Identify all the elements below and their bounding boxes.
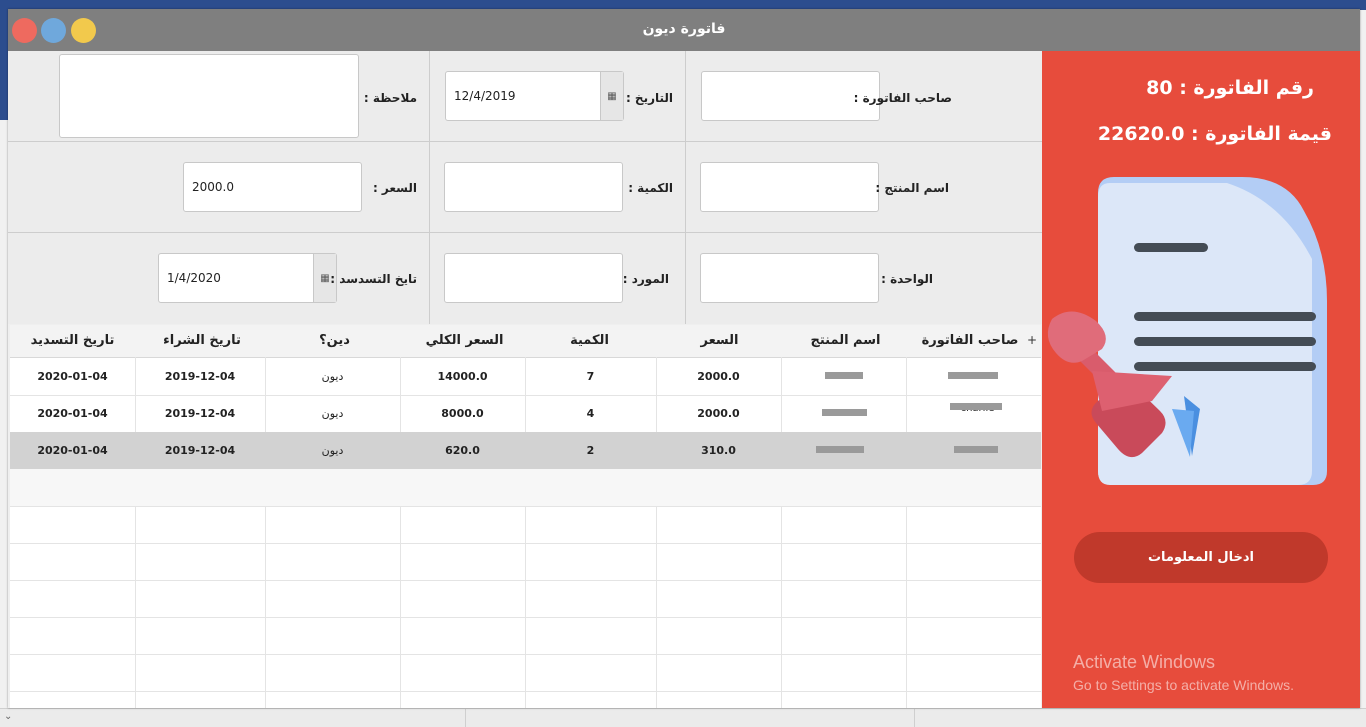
quantity-label: الكمية :: [628, 181, 673, 195]
cell-due-date: 2020-01-04: [37, 407, 108, 420]
activation-watermark-subtitle: Go to Settings to activate Windows.: [1073, 677, 1294, 693]
column-header-due-date[interactable]: تاريخ التسديد: [10, 333, 135, 348]
taskbar-divider: [465, 709, 466, 727]
date-value: 12/4/2019: [454, 89, 516, 103]
empty-row: [10, 543, 1041, 581]
cell-debt: ديون: [321, 444, 344, 457]
grid-divider: [685, 51, 686, 324]
supplier-label: المورد :: [622, 272, 669, 286]
due-date-label: تايخ التسدسد :: [330, 272, 417, 286]
title-bar[interactable]: فاتورة ديون: [8, 9, 1360, 51]
add-column-icon[interactable]: +: [1027, 333, 1037, 347]
cell-purchase-date: 2019-12-04: [164, 444, 236, 457]
note-textarea[interactable]: [59, 54, 359, 138]
grid-divider: [8, 141, 1042, 142]
invoice-number: رقم الفاتورة : 80: [1146, 77, 1314, 99]
due-date-value: 1/4/2020: [167, 271, 221, 285]
summary-panel: رقم الفاتورة : 80 قيمة الفاتورة : 22620.…: [1042, 51, 1360, 708]
column-header-purchase-date[interactable]: تاريخ الشراء: [137, 333, 267, 348]
invoice-document-icon: [1047, 177, 1327, 485]
cell-purchase-date: 2019-12-04: [164, 407, 236, 420]
cell-due-date: 2020-01-04: [37, 444, 108, 457]
cell-total: 8000.0: [441, 407, 484, 420]
price-input[interactable]: 2000.0: [183, 162, 362, 212]
invoice-total: قيمة الفاتورة : 22620.0: [1097, 123, 1332, 145]
empty-row: [10, 506, 1041, 544]
product-name-input[interactable]: [700, 162, 879, 212]
column-header-debt[interactable]: دين؟: [267, 333, 402, 348]
note-label: ملاحظة :: [363, 91, 417, 105]
grid-divider: [429, 51, 430, 324]
column-header-owner[interactable]: صاحب الفاتورة: [913, 333, 1027, 348]
owner-label: صاحب الفاتورة :: [853, 91, 952, 105]
table-row[interactable]: charlie 2000.0 4 8000.0 ديون 2019-12-04 …: [10, 395, 1041, 433]
redacted-owner: [954, 446, 998, 453]
cell-quantity: 7: [586, 370, 595, 383]
desktop-background-left: [0, 10, 8, 120]
supplier-input[interactable]: [444, 253, 623, 303]
cell-due-date: 2020-01-04: [37, 370, 108, 383]
redacted-owner: [950, 403, 1002, 410]
cell-purchase-date: 2019-12-04: [164, 370, 236, 383]
cell-price: 2000.0: [697, 407, 740, 420]
window-title: فاتورة ديون: [642, 21, 726, 37]
product-name-label: اسم المنتج :: [875, 181, 949, 195]
taskbar-strip: ⌄: [0, 708, 1366, 727]
grid-divider: [8, 232, 1042, 233]
date-label: التاريخ :: [625, 91, 673, 105]
empty-row: [10, 580, 1041, 618]
column-header-total[interactable]: السعر الكلي: [402, 333, 527, 348]
calendar-icon[interactable]: ▦: [600, 72, 623, 120]
due-date-picker[interactable]: 1/4/2020 ▦: [158, 253, 337, 303]
table-header: صاحب الفاتورة اسم المنتج السعر الكمية ال…: [10, 325, 1041, 358]
redacted-product: [816, 446, 864, 453]
cell-debt: ديون: [321, 407, 344, 420]
unit-label: الواحدة :: [881, 272, 933, 286]
submit-button[interactable]: ادخال المعلومات: [1074, 532, 1328, 583]
cell-total: 620.0: [445, 444, 480, 457]
activation-watermark-title: Activate Windows: [1073, 652, 1216, 672]
table-row[interactable]: 2000.0 7 14000.0 ديون 2019-12-04 2020-01…: [10, 358, 1041, 396]
invoice-window: فاتورة ديون ملاحظة : 12/4/2019 ▦ التاريخ…: [8, 9, 1360, 708]
redacted-product: [822, 409, 867, 416]
cell-total: 14000.0: [437, 370, 488, 383]
redacted-owner: [948, 372, 998, 379]
taskbar-divider: [914, 709, 915, 727]
empty-row: [10, 469, 1041, 507]
invoice-table[interactable]: صاحب الفاتورة اسم المنتج السعر الكمية ال…: [10, 325, 1041, 708]
cell-quantity: 2: [586, 444, 595, 457]
column-header-product[interactable]: اسم المنتج: [783, 333, 908, 348]
price-label: السعر :: [372, 181, 417, 195]
cell-price: 310.0: [701, 444, 736, 457]
column-header-price[interactable]: السعر: [657, 333, 782, 348]
cell-quantity: 4: [586, 407, 595, 420]
empty-row: [10, 617, 1041, 655]
quantity-input[interactable]: [444, 162, 623, 212]
date-picker[interactable]: 12/4/2019 ▦: [445, 71, 624, 121]
column-header-quantity[interactable]: الكمية: [527, 333, 652, 348]
redacted-product: [825, 372, 863, 379]
chevron-down-icon: ⌄: [4, 711, 13, 722]
cell-debt: ديون: [321, 370, 344, 383]
invoice-form: ملاحظة : 12/4/2019 ▦ التاريخ : صاحب الفا…: [8, 51, 1042, 324]
cell-price: 2000.0: [697, 370, 740, 383]
table-row-selected[interactable]: 310.0 2 620.0 ديون 2019-12-04 2020-01-04: [10, 432, 1041, 470]
unit-input[interactable]: [700, 253, 879, 303]
empty-row: [10, 654, 1041, 692]
